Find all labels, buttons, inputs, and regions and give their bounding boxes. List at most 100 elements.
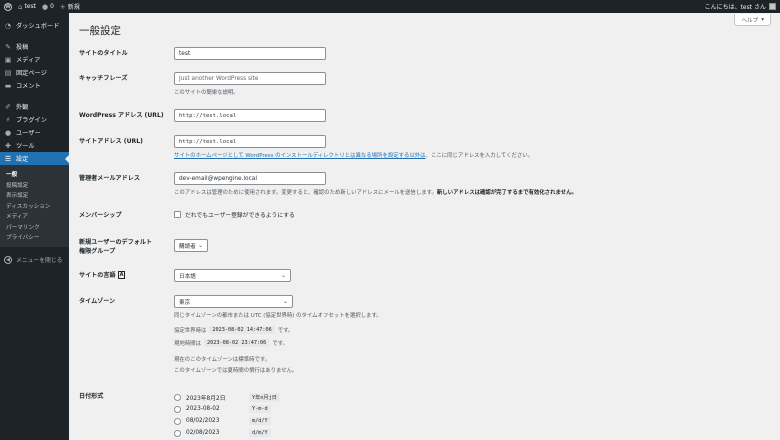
submenu-permalinks[interactable]: パーマリンク [0, 222, 69, 233]
admin-bar: W ⌂ test ● 0 + 新規 こんにちは、test さん [0, 0, 780, 13]
admin-email-description: このアドレスは管理のために使用されます。変更すると、確認のため新しいアドレスにメ… [174, 188, 577, 196]
date-format-label: 日付形式 [79, 393, 104, 400]
sidebar-item-label: ツール [16, 143, 35, 150]
sidebar-item-users[interactable]: ● ユーザー [0, 126, 69, 139]
site-title-label: サイトのタイトル [79, 50, 128, 57]
sidebar-item-plugins[interactable]: ⚡ プラグイン [0, 113, 69, 126]
new-label: 新規 [67, 4, 80, 11]
membership-checkbox[interactable] [174, 211, 181, 218]
sidebar-item-appearance[interactable]: ✐ 外観 [0, 100, 69, 113]
radio-button[interactable] [174, 393, 181, 401]
submenu-reading[interactable]: 表示設定 [0, 190, 69, 201]
sidebar-item-comments[interactable]: ▬ コメント [0, 79, 69, 92]
admin-email-desc-plain: このアドレスは管理のために使用されます。変更すると、確認のため新しいアドレスにメ… [174, 190, 437, 196]
date-format-option-label: 2023年8月2日 [186, 395, 226, 402]
radio-button[interactable] [174, 405, 181, 413]
tagline-input[interactable]: Just another WordPress site [174, 72, 326, 85]
site-address-label: サイトアドレス (URL) [79, 138, 143, 145]
sidebar-item-label: 外観 [16, 104, 29, 111]
date-format-code: m/d/Y [249, 417, 271, 425]
local-time-suffix: です。 [272, 341, 288, 347]
sidebar-item-label: 固定ページ [16, 70, 47, 77]
site-address-help-link[interactable]: サイトのホームページとして WordPress のインストールディレクトリとは異… [174, 153, 426, 159]
submenu-discussion[interactable]: ディスカッション [0, 201, 69, 212]
admin-email-desc-bold: 新しいアドレスは確認が完了するまで有効化されません。 [436, 190, 577, 196]
comments-count: 0 [50, 3, 54, 10]
date-format-option[interactable]: 2023年8月2日 Y年n月j日 [174, 391, 280, 403]
site-name-link[interactable]: ⌂ test [15, 0, 39, 13]
site-address-input[interactable]: http://test.local [174, 135, 326, 148]
page-title: 一般設定 [79, 25, 121, 37]
chevron-down-icon: ▾ [761, 16, 764, 23]
collapse-menu-button[interactable]: ◀ メニューを閉じる [0, 253, 69, 267]
collapse-arrow-icon: ◀ [4, 255, 12, 264]
comments-link[interactable]: ● 0 [39, 0, 57, 13]
submenu-media[interactable]: メディア [0, 211, 69, 222]
date-format-option[interactable]: 02/08/2023 d/m/Y [174, 427, 280, 439]
timezone-select[interactable]: 東京 ⌄ [174, 295, 293, 308]
site-language-select[interactable]: 日本語 ⌄ [174, 269, 291, 282]
date-format-option-label: 2023-08-02 [186, 406, 220, 412]
sidebar-item-dashboard[interactable]: ◔ ダッシュボード [0, 19, 69, 32]
utc-time-value: 2023-08-02 14:47:06 [209, 326, 275, 334]
site-language-label: サイトの言語 A [79, 271, 169, 280]
tagline-description: このサイトの簡単な説明。 [174, 90, 239, 96]
date-format-code: Y-m-d [249, 405, 271, 413]
brush-icon: ✐ [5, 102, 11, 111]
timezone-value: 東京 [179, 299, 191, 306]
plus-icon: + [59, 2, 66, 11]
sidebar-item-label: ダッシュボード [16, 23, 60, 30]
sidebar-item-settings[interactable]: ☰ 設定 [0, 152, 69, 165]
date-format-option-label: 08/02/2023 [186, 418, 220, 424]
chevron-down-icon: ⌄ [197, 242, 203, 249]
submenu-privacy[interactable]: プライバシー [0, 232, 69, 243]
submenu-writing[interactable]: 投稿設定 [0, 180, 69, 191]
comment-bubble-icon: ● [41, 2, 49, 11]
sidebar-item-label: プラグイン [16, 117, 47, 124]
date-format-option[interactable]: 08/02/2023 m/d/Y [174, 415, 280, 427]
help-label: ヘルプ [741, 17, 759, 24]
submenu-general[interactable]: 一般 [0, 169, 69, 180]
membership-label: メンバーシップ [79, 212, 122, 219]
new-content-link[interactable]: + 新規 [57, 0, 83, 13]
settings-icon: ☰ [4, 154, 12, 163]
sidebar-item-label: コメント [16, 83, 41, 90]
default-role-select[interactable]: 購読者 ⌄ [174, 239, 208, 252]
sidebar-item-pages[interactable]: ▤ 固定ページ [0, 66, 69, 79]
date-format-option-label: 02/08/2023 [186, 430, 220, 436]
sidebar-item-tools[interactable]: ✚ ツール [0, 139, 69, 152]
sidebar-item-media[interactable]: ▣ メディア [0, 53, 69, 66]
dashboard-icon: ◔ [4, 21, 12, 30]
home-icon: ⌂ [18, 2, 23, 11]
translation-icon: A [117, 271, 126, 279]
admin-email-input[interactable]: dev-email@wpengine.local [174, 172, 326, 185]
timezone-description: 同じタイムゾーンの都市または UTC (協定世界時) のタイムオフセットを選択し… [174, 313, 382, 319]
help-tab-button[interactable]: ヘルプ ▾ [734, 14, 771, 26]
admin-email-label: 管理者メールアドレス [79, 175, 140, 182]
local-time-value: 2023-08-02 23:47:06 [203, 339, 270, 347]
page-icon: ▤ [4, 68, 12, 77]
tagline-label: キャッチフレーズ [79, 75, 128, 82]
wordpress-logo-icon[interactable]: W [4, 2, 12, 11]
radio-button[interactable] [174, 417, 181, 425]
sidebar-item-label: 投稿 [16, 44, 29, 51]
sidebar-item-label: メディア [16, 57, 41, 64]
sidebar-item-posts[interactable]: ✎ 投稿 [0, 40, 69, 53]
utc-time-label: 協定世界時は [174, 328, 207, 334]
date-format-option[interactable]: 2023-08-02 Y-m-d [174, 403, 280, 415]
local-time-line: 現地時間は 2023-08-02 23:47:06 です。 [174, 339, 382, 347]
settings-submenu: 一般 投稿設定 表示設定 ディスカッション メディア パーマリンク プライバシー [0, 165, 69, 247]
utc-time-line: 協定世界時は 2023-08-02 14:47:06 です。 [174, 326, 382, 334]
radio-button[interactable] [174, 429, 181, 437]
local-time-label: 現地時間は [174, 341, 201, 347]
chevron-down-icon: ⌄ [282, 298, 288, 305]
wp-address-input[interactable]: http://test.local [174, 109, 326, 122]
membership-checkbox-label[interactable]: だれでもユーザー登録ができるようにする [185, 210, 295, 219]
my-account[interactable]: こんにちは、test さん [705, 0, 776, 13]
user-icon: ● [4, 128, 12, 137]
site-language-value: 日本語 [179, 273, 196, 280]
site-title-input[interactable]: test [174, 47, 326, 60]
standard-time-note: 現在のこのタイムゾーンは標準時です。 [174, 357, 271, 363]
pin-icon: ✎ [5, 42, 11, 51]
greeting-text: こんにちは、test さん [704, 4, 766, 11]
